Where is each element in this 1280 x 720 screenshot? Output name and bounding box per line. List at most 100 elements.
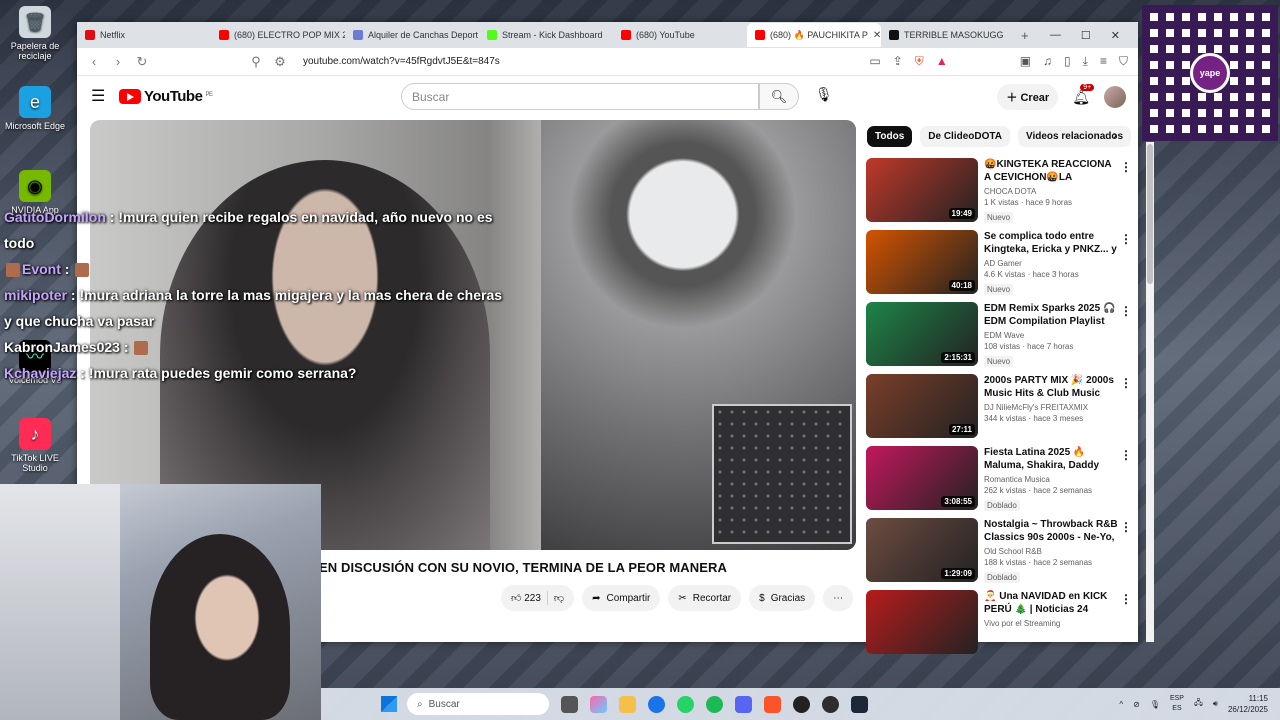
clock[interactable]: 11:15 26/12/2025 <box>1228 693 1268 715</box>
more-vertical-icon[interactable]: ⋮ <box>1120 376 1132 390</box>
copilot-icon[interactable] <box>590 695 607 713</box>
video-title-link[interactable]: 🎅 Una NAVIDAD en KICK PERÚ 🎄 | Noticias … <box>984 590 1118 616</box>
video-thumbnail[interactable]: 3:08:55 <box>866 446 978 510</box>
microphone-icon[interactable]: 🎙︎ <box>815 86 833 103</box>
create-button[interactable]: ＋ Crear <box>997 84 1059 110</box>
spotify-icon[interactable] <box>706 695 723 713</box>
more-vertical-icon[interactable]: ⋮ <box>1120 160 1132 174</box>
browser-tab[interactable]: TERRIBLE MASOKUGG <box>881 23 1015 47</box>
recycle-bin-icon[interactable]: 🗑 Papelera de reciclaje <box>0 6 70 61</box>
browser-tab[interactable]: Netflix <box>77 23 211 47</box>
clip-button[interactable]: ✂ Recortar <box>668 585 742 611</box>
scrollbar-thumb[interactable] <box>1147 144 1153 284</box>
video-thumbnail[interactable]: 27:11 <box>866 374 978 438</box>
close-tab-icon[interactable]: ✕ <box>873 30 881 41</box>
video-thumbnail[interactable] <box>866 590 978 654</box>
music-icon[interactable]: ♫ <box>1043 54 1052 69</box>
share-button[interactable]: ➦ Compartir <box>582 585 661 611</box>
browser-tab[interactable]: (680) YouTube <box>613 23 747 47</box>
video-title-link[interactable]: Fiesta Latina 2025 🔥 Maluma, Shakira, Da… <box>984 446 1118 472</box>
browser-tab[interactable]: (680) 🔥 PAUCHIKITA P ✕ <box>747 23 881 47</box>
whatsapp-icon[interactable] <box>677 695 694 713</box>
edge-desktop-icon[interactable]: e Microsoft Edge <box>0 86 70 131</box>
close-window-icon[interactable]: ✕ <box>1111 29 1120 42</box>
thanks-button[interactable]: $ Gracias <box>749 585 816 611</box>
cast-icon[interactable]: ▭ <box>869 54 880 69</box>
video-title-link[interactable]: 2000s PARTY MIX 🎉 2000s Music Hits & Clu… <box>984 374 1118 400</box>
video-title-link[interactable]: Nostalgia ~ Throwback R&B Classics 90s 2… <box>984 518 1118 544</box>
file-explorer-icon[interactable] <box>619 695 636 713</box>
back-icon[interactable]: ‹ <box>87 54 101 69</box>
hamburger-menu-icon[interactable]: ☰ <box>91 86 119 106</box>
mic-tray-icon[interactable]: 🎙︎ <box>1150 700 1160 709</box>
more-vertical-icon[interactable]: ⋮ <box>1120 592 1132 606</box>
recommended-video[interactable]: 27:11 2000s PARTY MIX 🎉 2000s Music Hits … <box>866 374 1134 446</box>
sidebar-icon[interactable]: ▯ <box>1064 54 1071 69</box>
brave-icon[interactable] <box>764 695 781 713</box>
wifi-off-icon[interactable]: ⊘ <box>1133 700 1140 709</box>
minimize-icon[interactable]: — <box>1050 29 1061 42</box>
more-vertical-icon[interactable]: ⋮ <box>1120 448 1132 462</box>
chip-from-channel[interactable]: De ClideoDOTA <box>920 126 1010 147</box>
tab-favicon-icon <box>219 30 229 40</box>
scrollbar[interactable] <box>1146 142 1154 642</box>
recommended-video[interactable]: 2:15:31 EDM Remix Sparks 2025 🎧 EDM Compi… <box>866 302 1134 374</box>
recommended-video[interactable]: 19:49 🤬KINGTEKA REACCIONA A CEVICHON🤬LA D… <box>866 158 1134 230</box>
youtube-logo[interactable]: YouTube PE <box>119 88 213 105</box>
recommended-video[interactable]: 3:08:55 Fiesta Latina 2025 🔥 Maluma, Shak… <box>866 446 1134 518</box>
task-view-icon[interactable] <box>561 695 578 713</box>
taskbar-search[interactable]: ⌕ Buscar <box>407 693 549 715</box>
site-info-icon[interactable]: ⚙ <box>273 54 287 70</box>
chevron-right-icon[interactable]: › <box>1113 128 1117 142</box>
obs-icon[interactable] <box>793 695 810 713</box>
video-thumbnail[interactable]: 2:15:31 <box>866 302 978 366</box>
browser-tab[interactable]: Stream - Kick Dashboard <box>479 23 613 47</box>
video-thumbnail[interactable]: 1:29:09 <box>866 518 978 582</box>
video-thumbnail[interactable]: 19:49 <box>866 158 978 222</box>
chip-all[interactable]: Todos <box>867 126 913 147</box>
video-thumbnail[interactable]: 40:18 <box>866 230 978 294</box>
tab-favicon-icon <box>889 30 899 40</box>
video-title-link[interactable]: 🤬KINGTEKA REACCIONA A CEVICHON🤬LA DECADE… <box>984 158 1118 184</box>
address-bar[interactable]: youtube.com/watch?v=45fRgdvtJ5E&t=847s <box>303 56 859 67</box>
dislike-button[interactable]: 👎︎ <box>554 592 564 604</box>
bookmark-icon[interactable]: ⚲ <box>249 54 263 70</box>
more-actions-button[interactable]: ⋯ <box>823 585 854 611</box>
language-indicator[interactable]: ESP ES <box>1170 694 1184 714</box>
menu-icon[interactable]: ≡ <box>1100 54 1107 69</box>
reload-icon[interactable]: ↻ <box>135 54 149 70</box>
like-button[interactable]: 👍︎ 223 <box>511 592 541 604</box>
vpn-icon[interactable]: ⛉ <box>1119 54 1128 69</box>
more-vertical-icon[interactable]: ⋮ <box>1120 232 1132 246</box>
search-button[interactable]: 🔍︎ <box>759 83 799 110</box>
tiktok-desktop-icon[interactable]: ♪ TikTok LIVE Studio <box>0 418 70 473</box>
windows-start-icon[interactable] <box>381 696 397 712</box>
search-input[interactable]: Buscar <box>401 83 759 110</box>
volume-icon[interactable]: 🔊︎ <box>1213 699 1218 709</box>
xsplit-icon[interactable] <box>822 695 839 713</box>
share-icon[interactable]: ⇪ <box>893 54 903 69</box>
network-icon[interactable]: 🖧 <box>1194 697 1203 711</box>
download-icon[interactable]: ⤓ <box>1083 54 1088 69</box>
edge-taskbar-icon[interactable] <box>648 695 665 713</box>
more-vertical-icon[interactable]: ⋮ <box>1120 304 1132 318</box>
browser-tab[interactable]: Alquiler de Canchas Deport <box>345 23 479 47</box>
rewards-icon[interactable]: ▲ <box>936 54 948 69</box>
video-title-link[interactable]: Se complica todo entre Kingteka, Ericka … <box>984 230 1118 256</box>
discord-icon[interactable] <box>735 695 752 713</box>
forward-icon[interactable]: › <box>111 54 125 69</box>
video-title-link[interactable]: EDM Remix Sparks 2025 🎧 EDM Compilation … <box>984 302 1118 328</box>
more-vertical-icon[interactable]: ⋮ <box>1120 520 1132 534</box>
wallet-icon[interactable]: ▣ <box>1020 54 1031 69</box>
maximize-icon[interactable]: ☐ <box>1081 29 1091 42</box>
recommended-video[interactable]: 1:29:09 Nostalgia ~ Throwback R&B Classic… <box>866 518 1134 590</box>
avatar[interactable] <box>1104 86 1126 108</box>
recommended-video[interactable]: 40:18 Se complica todo entre Kingteka, Er… <box>866 230 1134 302</box>
steam-icon[interactable] <box>851 695 868 713</box>
new-tab-icon[interactable]: + <box>1021 28 1029 43</box>
brave-shield-icon[interactable]: ⛨ <box>915 54 924 69</box>
notifications-icon[interactable]: 🔔︎ 9+ <box>1072 83 1095 106</box>
chevron-up-icon[interactable]: ^ <box>1119 700 1123 709</box>
browser-tab[interactable]: (680) ELECTRO POP MIX 20 <box>211 23 345 47</box>
recommended-video[interactable]: 🎅 Una NAVIDAD en KICK PERÚ 🎄 | Noticias … <box>866 590 1134 662</box>
